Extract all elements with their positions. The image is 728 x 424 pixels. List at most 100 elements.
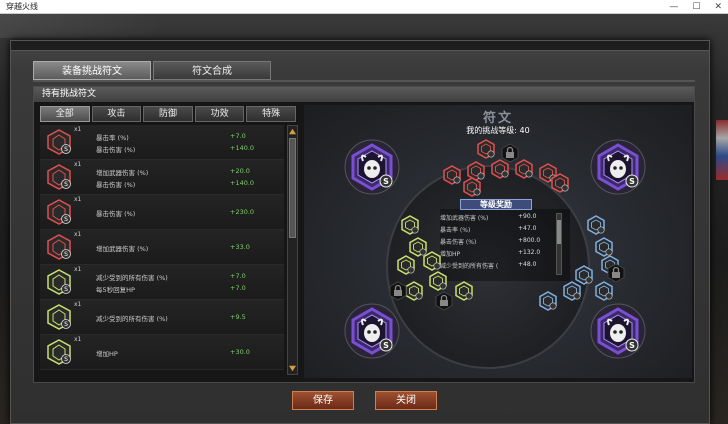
rune-icon: S <box>47 269 71 295</box>
rune-list-item[interactable]: Sx1 增加武器伤害 (%) +33.0 <box>40 230 284 265</box>
filter-bar: 全部 攻击 防御 功效 特殊 <box>40 106 296 122</box>
demon-rune-icon: S <box>590 139 646 195</box>
rune-stat-value: +30.0 <box>230 348 250 356</box>
rune-stat-value: +140.0 <box>230 179 255 187</box>
locked-slot-lock-icon[interactable] <box>606 263 626 283</box>
equipped-rune-icon[interactable] <box>400 215 420 235</box>
purple-rune-slot-bottom-left[interactable]: S <box>344 303 400 359</box>
reward-line: 减少受到的所有伤害 (+48.0 <box>440 261 537 270</box>
save-button[interactable]: 保存 <box>292 391 354 410</box>
rune-icon: S <box>47 164 71 190</box>
purple-rune-slot-bottom-right[interactable]: S <box>590 303 646 359</box>
level-reward-title: 等级奖励 <box>460 199 532 210</box>
rune-stat-label: 暴击伤害 (%) <box>96 146 136 154</box>
window-title: 穿越火线 <box>6 2 38 11</box>
rune-count: x1 <box>74 301 82 308</box>
rune-stat-value: +140.0 <box>230 144 255 152</box>
rune-stat-label: 暴击伤害 (%) <box>96 181 136 189</box>
filter-attack[interactable]: 攻击 <box>91 106 142 122</box>
svg-text:S: S <box>64 181 68 188</box>
equipped-rune-icon[interactable] <box>594 281 614 301</box>
equipped-rune-icon[interactable] <box>454 281 474 301</box>
reward-line: 增加HP +132.0 <box>440 249 541 258</box>
rune-icon: S <box>47 339 71 365</box>
rune-list-scrollbar[interactable] <box>287 125 298 375</box>
challenge-level: 我的挑战等级: 40 <box>466 126 530 135</box>
rune-stat-label: 减少受到的所有伤害 (%) <box>96 274 168 282</box>
rune-dialog: 装备挑战符文 符文合成 持有挑战符文 全部 攻击 防御 功效 特殊 Sx1 暴击率… <box>10 40 710 424</box>
reward-line: 暴击率 (%) +47.0 <box>440 225 537 234</box>
maximize-button[interactable]: ☐ <box>692 0 700 14</box>
svg-text:S: S <box>64 146 68 153</box>
panel-header: 持有挑战符文 <box>34 87 694 102</box>
rune-stat-label: 减少受到的所有伤害 (%) <box>96 315 168 323</box>
rune-stat-value: +7.0 <box>230 284 246 292</box>
rune-board: 符文 我的挑战等级: 40 S S S S 等级奖励 增加武器伤害 (%) +90… <box>304 105 692 378</box>
equipped-rune-icon[interactable] <box>562 281 582 301</box>
rune-count: x1 <box>74 336 82 343</box>
reward-scrollbar[interactable] <box>556 213 562 275</box>
rune-list-item[interactable]: Sx1 暴击率 (%) +7.0 暴击伤害 (%) +140.0 <box>40 125 284 160</box>
close-button[interactable]: 关闭 <box>375 391 437 410</box>
equipped-rune-icon[interactable] <box>586 215 606 235</box>
svg-text:S: S <box>64 321 68 328</box>
close-window-button[interactable]: ✕ <box>714 0 722 14</box>
equipped-rune-icon[interactable] <box>538 291 558 311</box>
equipped-rune-icon[interactable] <box>396 255 416 275</box>
rune-icon: S <box>47 304 71 330</box>
svg-text:S: S <box>64 216 68 223</box>
equipped-rune-icon[interactable] <box>442 165 462 185</box>
equipped-rune-icon[interactable] <box>594 237 614 257</box>
background-decoration <box>716 120 728 180</box>
rune-count: x1 <box>74 161 82 168</box>
reward-line: 增加武器伤害 (%) +90.0 <box>440 213 537 222</box>
svg-text:S: S <box>383 341 389 350</box>
equipped-rune-icon[interactable] <box>462 177 482 197</box>
demon-rune-icon: S <box>590 303 646 359</box>
rune-stat-label: 每5秒回复HP <box>96 286 135 294</box>
rune-list-item[interactable]: Sx1 暴击伤害 (%) +230.0 <box>40 195 284 230</box>
equipped-rune-icon[interactable] <box>490 159 510 179</box>
svg-text:S: S <box>383 177 389 186</box>
scroll-down-arrow[interactable] <box>289 365 296 372</box>
window-titlebar: 穿越火线 — ☐ ✕ <box>0 0 728 14</box>
rune-list-item[interactable]: Sx1 增加HP +30.0 <box>40 335 284 370</box>
equipped-rune-icon[interactable] <box>550 173 570 193</box>
rune-count: x1 <box>74 266 82 273</box>
locked-slot-lock-icon[interactable] <box>388 281 408 301</box>
rune-list-item[interactable]: Sx1 减少受到的所有伤害 (%) +7.0 每5秒回复HP +7.0 <box>40 265 284 300</box>
purple-rune-slot-top-right[interactable]: S <box>590 139 646 195</box>
rune-list: Sx1 暴击率 (%) +7.0 暴击伤害 (%) +140.0 Sx1 增加武器伤害 (%… <box>40 125 284 375</box>
equipped-rune-icon[interactable] <box>514 159 534 179</box>
svg-text:S: S <box>64 286 68 293</box>
board-title: 符文 <box>482 111 513 126</box>
rune-stat-value: +7.0 <box>230 272 246 280</box>
rune-stat-value: +33.0 <box>230 243 250 251</box>
filter-all[interactable]: 全部 <box>40 106 90 122</box>
rune-list-item[interactable]: Sx1 减少受到的所有伤害 (%) +9.5 <box>40 300 284 335</box>
rune-stat-label: 增加武器伤害 (%) <box>96 245 149 253</box>
svg-text:S: S <box>629 177 635 186</box>
equipped-rune-icon[interactable] <box>422 251 442 271</box>
tab-rune-synthesis[interactable]: 符文合成 <box>153 61 271 80</box>
purple-rune-slot-top-left[interactable]: S <box>344 139 400 195</box>
locked-slot-lock-icon[interactable] <box>434 291 454 311</box>
filter-effect[interactable]: 功效 <box>194 106 245 122</box>
rune-list-item[interactable]: Sx1 增加武器伤害 (%) +20.0 暴击伤害 (%) +140.0 <box>40 160 284 195</box>
minimize-button[interactable]: — <box>669 0 678 14</box>
rune-stat-label: 暴击伤害 (%) <box>96 210 136 218</box>
rune-stat-label: 增加HP <box>96 350 118 358</box>
rune-count: x1 <box>74 126 82 133</box>
scroll-up-arrow[interactable] <box>289 128 296 135</box>
equipped-rune-icon[interactable] <box>476 139 496 159</box>
equipped-rune-icon[interactable] <box>428 271 448 291</box>
scroll-thumb[interactable] <box>289 138 296 238</box>
filter-special[interactable]: 特殊 <box>246 106 296 122</box>
rune-count: x1 <box>74 231 82 238</box>
rune-stat-label: 增加武器伤害 (%) <box>96 169 149 177</box>
filter-defense[interactable]: 防御 <box>143 106 193 122</box>
rune-icon: S <box>47 129 71 155</box>
svg-text:S: S <box>629 341 635 350</box>
rune-icon: S <box>47 199 71 225</box>
tab-equip-challenge-rune[interactable]: 装备挑战符文 <box>33 61 151 80</box>
